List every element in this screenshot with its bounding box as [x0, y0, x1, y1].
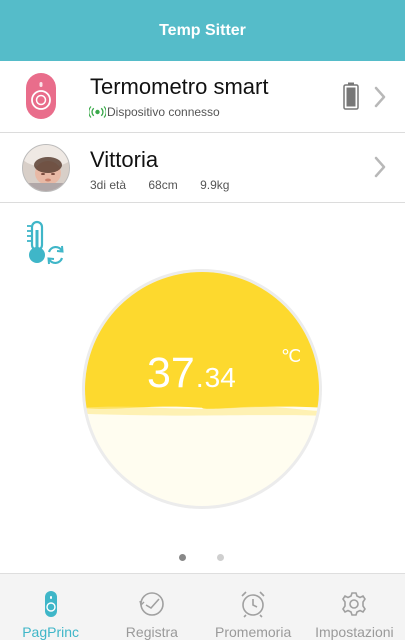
- baby-age: 3di età: [90, 178, 127, 192]
- chevron-right-icon[interactable]: [372, 155, 388, 179]
- nav-label-home: PagPrinc: [22, 624, 80, 640]
- temperature-unit: ℃: [281, 346, 302, 366]
- nav-label-history: Registra: [125, 624, 178, 640]
- temperature-decimal: 34: [204, 362, 236, 393]
- bottom-navigation: PagPrinc Registra Promemoria Impostazion…: [0, 573, 405, 640]
- nav-item-home[interactable]: PagPrinc: [0, 574, 101, 640]
- baby-photo: [23, 145, 69, 191]
- history-icon: [139, 592, 164, 616]
- alarm-clock-icon: [241, 591, 265, 618]
- signal-icon: [89, 106, 106, 118]
- nav-label-reminders: Promemoria: [215, 624, 292, 640]
- baby-weight: 9.9kg: [200, 178, 230, 192]
- chevron-right-icon[interactable]: [372, 85, 388, 109]
- device-name: Termometro smart: [90, 74, 269, 99]
- home-device-icon: [44, 591, 57, 617]
- device-status: Dispositivo connesso: [89, 105, 220, 119]
- page-indicator: [0, 554, 405, 562]
- battery-icon: [343, 82, 359, 110]
- page-dot-active[interactable]: [179, 554, 186, 561]
- temperature-readout: 37. 34: [147, 349, 236, 398]
- nav-item-reminders[interactable]: Promemoria: [203, 574, 304, 640]
- nav-label-settings: Impostazioni: [315, 624, 394, 640]
- gear-icon: [342, 592, 367, 616]
- baby-profile-row[interactable]: Vittoria 3di età 68cm 9.9kg: [0, 133, 405, 203]
- nav-item-history[interactable]: Registra: [101, 574, 202, 640]
- page-dot-inactive[interactable]: [217, 554, 224, 561]
- baby-stats: 3di età 68cm 9.9kg: [90, 178, 248, 192]
- temperature-separator: .: [195, 362, 204, 393]
- app-title: Temp Sitter: [159, 21, 246, 39]
- temperature-integer: 37: [147, 349, 195, 397]
- device-status-label: Dispositivo connesso: [107, 105, 220, 119]
- thermometer-sync-icon[interactable]: [24, 220, 66, 266]
- nav-item-settings[interactable]: Impostazioni: [304, 574, 405, 640]
- device-row[interactable]: Termometro smart Dispositivo connesso: [0, 61, 405, 133]
- app-header: Temp Sitter: [0, 0, 405, 61]
- baby-avatar: [22, 144, 70, 192]
- thermometer-device-icon: [26, 73, 56, 119]
- baby-name: Vittoria: [90, 147, 159, 172]
- baby-height: 68cm: [148, 178, 178, 192]
